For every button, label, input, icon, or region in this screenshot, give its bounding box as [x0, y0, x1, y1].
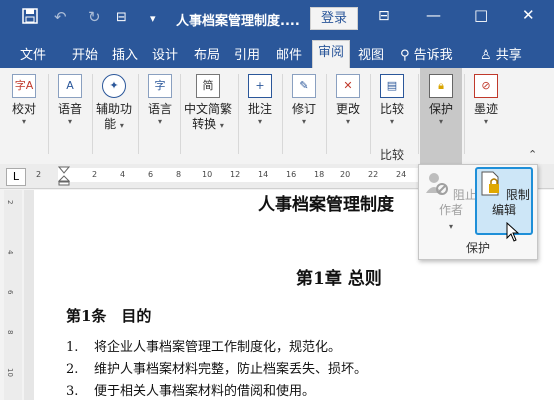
ruler-tick: 8	[176, 170, 182, 179]
ruler-tick: 16	[286, 170, 297, 179]
ruler-tick: 10	[202, 170, 213, 179]
list-item: 2. 维护人事档案材料完整，防止档案丢失、损坏。	[66, 362, 368, 377]
tab-view[interactable]: 视图	[358, 44, 384, 63]
ruler-tick: 6	[6, 290, 14, 295]
ruler-tick: 18	[314, 170, 325, 179]
ruler-tick: 2	[92, 170, 98, 179]
language-button[interactable]: 字 语言 ▾	[138, 74, 182, 127]
ruler-tick: 6	[148, 170, 154, 179]
ruler-tick: 4	[120, 170, 126, 179]
undo-icon[interactable]: ↶	[54, 8, 67, 26]
indent-marker-icon[interactable]	[58, 166, 70, 186]
ruler-tick: 10	[6, 368, 14, 377]
speech-icon: A	[58, 74, 82, 98]
tab-file[interactable]: 文件	[20, 44, 46, 63]
article-heading: 第1条 目的	[66, 307, 152, 325]
protect-button[interactable]: 🔒︎ 保护 ▾	[419, 74, 463, 127]
ruler-tick: 2	[36, 170, 42, 179]
restrict-editing-button[interactable]: 限制编辑	[475, 167, 533, 235]
redo-icon[interactable]: ↻	[88, 8, 101, 26]
language-icon: 字	[148, 74, 172, 98]
comment-icon: +	[248, 74, 272, 98]
speech-button[interactable]: A 语音 ▾	[48, 74, 92, 127]
chapter-heading: 第1章 总则	[296, 269, 382, 289]
tab-review[interactable]: 审阅	[312, 40, 351, 69]
list-item: 1. 将企业人事档案管理工作制度化，规范化。	[66, 340, 342, 355]
ruler-tick: 24	[396, 170, 407, 179]
person-icon: ♙	[480, 48, 492, 63]
save-icon[interactable]	[22, 8, 38, 28]
tab-references[interactable]: 引用	[234, 44, 260, 63]
document-header: 人事档案管理制度	[258, 195, 394, 215]
restrict-editing-icon	[481, 171, 500, 196]
restore-button[interactable]: □	[474, 6, 488, 24]
tab-selector[interactable]: L	[6, 168, 26, 186]
ribbon: 字A 校对 ▾ A 语音 ▾ ✦ 辅助功能 ▾ 字 语言 ▾ 简 中文简繁 转换 ▾ +…	[0, 68, 554, 165]
ruler-tick: 14	[258, 170, 269, 179]
ink-icon: ⊘	[474, 74, 498, 98]
changes-icon: ✕	[336, 74, 360, 98]
close-button[interactable]: ✕	[522, 6, 535, 24]
ruler-tick: 4	[6, 250, 14, 255]
compare-group-label: 比较	[380, 148, 405, 162]
accessibility-icon: ✦	[102, 74, 126, 98]
track-changes-button[interactable]: ✎ 修订 ▾	[282, 74, 326, 127]
accessibility-button[interactable]: ✦ 辅助功能 ▾	[92, 74, 136, 132]
protect-dropdown-panel: 阻止作者 ▾ 限制编辑 保护	[418, 164, 538, 260]
vertical-ruler: 2 4 6 8 10	[4, 190, 22, 400]
login-button[interactable]: 登录	[310, 7, 358, 30]
search-icon: ⚲	[400, 48, 410, 63]
ruler-tick: 12	[230, 170, 241, 179]
quick-access-dropdown-icon[interactable]: ▾	[150, 12, 156, 25]
ink-button[interactable]: ⊘ 墨迹 ▾	[464, 74, 508, 127]
tab-design[interactable]: 设计	[152, 44, 178, 63]
tab-home[interactable]: 开始	[72, 44, 98, 63]
share-button[interactable]: ♙ 共享	[480, 44, 522, 63]
title-bar: ↶ ↻ ⊟ ▾ 人事档案管理制度.... 登录 ⊟ — □ ✕	[0, 0, 554, 38]
track-changes-icon: ✎	[292, 74, 316, 98]
block-authors-button[interactable]: 阻止作者 ▾	[423, 169, 479, 233]
compare-button[interactable]: ▤ 比较 ▾	[370, 74, 414, 127]
chinese-conversion-icon: 简	[196, 74, 220, 98]
proofing-button[interactable]: 字A 校对 ▾	[2, 74, 46, 127]
protect-icon: 🔒︎	[429, 74, 453, 98]
mouse-cursor-icon	[506, 222, 520, 242]
tab-layout[interactable]: 布局	[194, 44, 220, 63]
document-title: 人事档案管理制度....	[176, 14, 300, 29]
menu-tabs: 文件 开始 插入 设计 布局 引用 邮件 审阅 视图 ⚲ 告诉我 ♙ 共享	[0, 38, 554, 69]
ruler-tick: 22	[368, 170, 379, 179]
ruler-tick: 2	[6, 200, 14, 205]
ruler-tick: 8	[6, 330, 14, 335]
tab-mailings[interactable]: 邮件	[276, 44, 302, 63]
ribbon-display-icon[interactable]: ⊟	[378, 8, 390, 24]
tab-insert[interactable]: 插入	[112, 44, 138, 63]
chinese-conversion-button[interactable]: 简 中文简繁 转换 ▾	[180, 74, 236, 132]
collapse-ribbon-icon[interactable]: ⌃	[528, 148, 537, 161]
block-authors-icon	[426, 173, 449, 195]
minimize-button[interactable]: —	[426, 6, 441, 24]
list-item: 3. 便于相关人事档案材料的借阅和使用。	[66, 384, 316, 399]
proofing-icon: 字A	[12, 74, 36, 98]
compare-icon: ▤	[380, 74, 404, 98]
tell-me-search[interactable]: ⚲ 告诉我	[400, 44, 453, 63]
customize-icon[interactable]: ⊟	[116, 10, 127, 25]
comment-button[interactable]: + 批注 ▾	[238, 74, 282, 127]
ruler-tick: 20	[340, 170, 351, 179]
changes-button[interactable]: ✕ 更改 ▾	[326, 74, 370, 127]
